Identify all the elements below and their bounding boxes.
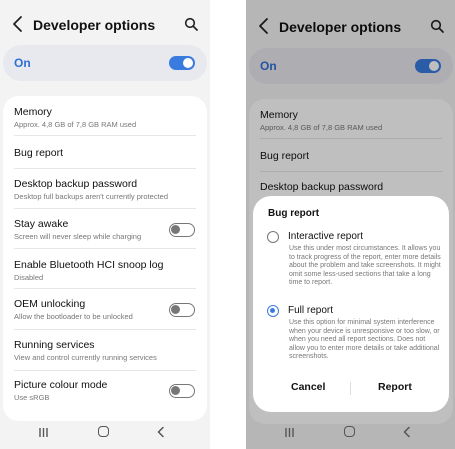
item-title: Memory (14, 106, 52, 118)
page-title: Developer options (33, 17, 156, 33)
stay-awake-toggle[interactable] (169, 223, 195, 237)
item-title: Bug report (14, 147, 64, 159)
toggle-knob (171, 224, 180, 234)
oem-unlocking-toggle[interactable] (169, 303, 195, 317)
nav-back-icon[interactable] (402, 426, 412, 438)
button-divider (350, 382, 351, 395)
item-subtitle: Use sRGB (14, 393, 50, 402)
toggle-knob (171, 385, 180, 395)
back-arrow-icon[interactable] (10, 15, 26, 33)
item-subtitle: Desktop full backups aren't currently pr… (14, 192, 169, 201)
recent-apps-icon[interactable] (38, 427, 49, 438)
interactive-report-description: Use this under most circumstances. It al… (289, 245, 441, 287)
settings-list: Memory Approx. 4,8 GB of 7,8 GB RAM used… (3, 96, 207, 421)
list-item-oem-unlocking[interactable]: OEM unlocking Allow the bootloader to be… (3, 289, 207, 329)
nav-back-icon[interactable] (156, 426, 166, 438)
home-icon[interactable] (344, 426, 355, 437)
item-subtitle: Approx. 4,8 GB of 7,8 GB RAM used (14, 120, 137, 129)
interactive-report-label[interactable]: Interactive report (288, 231, 363, 242)
navigation-bar (246, 419, 455, 449)
phone-screen-right: Developer options On Memory Approx. 4,8 … (246, 0, 455, 449)
item-title: OEM unlocking (14, 298, 86, 310)
master-toggle-switch[interactable] (169, 56, 195, 70)
toggle-knob (171, 304, 180, 314)
item-title: Running services (14, 339, 95, 351)
list-item-bug-report[interactable]: Bug report (3, 136, 207, 169)
list-item-stay-awake[interactable]: Stay awake Screen will never sleep while… (3, 209, 207, 249)
cancel-button[interactable]: Cancel (291, 381, 325, 393)
full-report-label[interactable]: Full report (288, 305, 333, 316)
master-toggle-row[interactable]: On (3, 45, 207, 81)
navigation-bar (0, 419, 210, 449)
home-icon[interactable] (98, 426, 109, 437)
dialog-title: Bug report (268, 208, 320, 219)
master-toggle-label: On (14, 56, 31, 70)
full-report-radio[interactable] (267, 305, 279, 317)
bug-report-dialog: Bug report Interactive report Use this u… (253, 196, 449, 412)
list-item-bluetooth-hci-snoop-log[interactable]: Enable Bluetooth HCI snoop log Disabled (3, 249, 207, 289)
item-title: Picture colour mode (14, 379, 108, 391)
item-title: Desktop backup password (14, 178, 138, 190)
recent-apps-icon[interactable] (284, 427, 295, 438)
item-subtitle: Screen will never sleep while charging (14, 232, 142, 241)
search-icon[interactable] (184, 17, 198, 31)
list-item-memory[interactable]: Memory Approx. 4,8 GB of 7,8 GB RAM used (3, 96, 207, 136)
interactive-report-radio[interactable] (267, 231, 279, 243)
app-bar: Developer options (0, 0, 210, 48)
item-subtitle: Allow the bootloader to be unlocked (14, 312, 133, 321)
item-title: Enable Bluetooth HCI snoop log (14, 259, 164, 271)
list-item-desktop-backup-password[interactable]: Desktop backup password Desktop full bac… (3, 169, 207, 209)
phone-screen-left: Developer options On Memory Approx. 4,8 … (0, 0, 210, 449)
picture-colour-mode-toggle[interactable] (169, 384, 195, 398)
item-title: Stay awake (14, 218, 69, 230)
report-button[interactable]: Report (378, 381, 412, 393)
toggle-knob (183, 57, 193, 68)
item-subtitle: Disabled (14, 273, 44, 282)
list-item-picture-colour-mode[interactable]: Picture colour mode Use sRGB (3, 371, 207, 411)
list-item-running-services[interactable]: Running services View and control curren… (3, 330, 207, 370)
full-report-description: Use this option for minimal system inter… (289, 319, 440, 361)
item-subtitle: View and control currently running servi… (14, 353, 157, 362)
